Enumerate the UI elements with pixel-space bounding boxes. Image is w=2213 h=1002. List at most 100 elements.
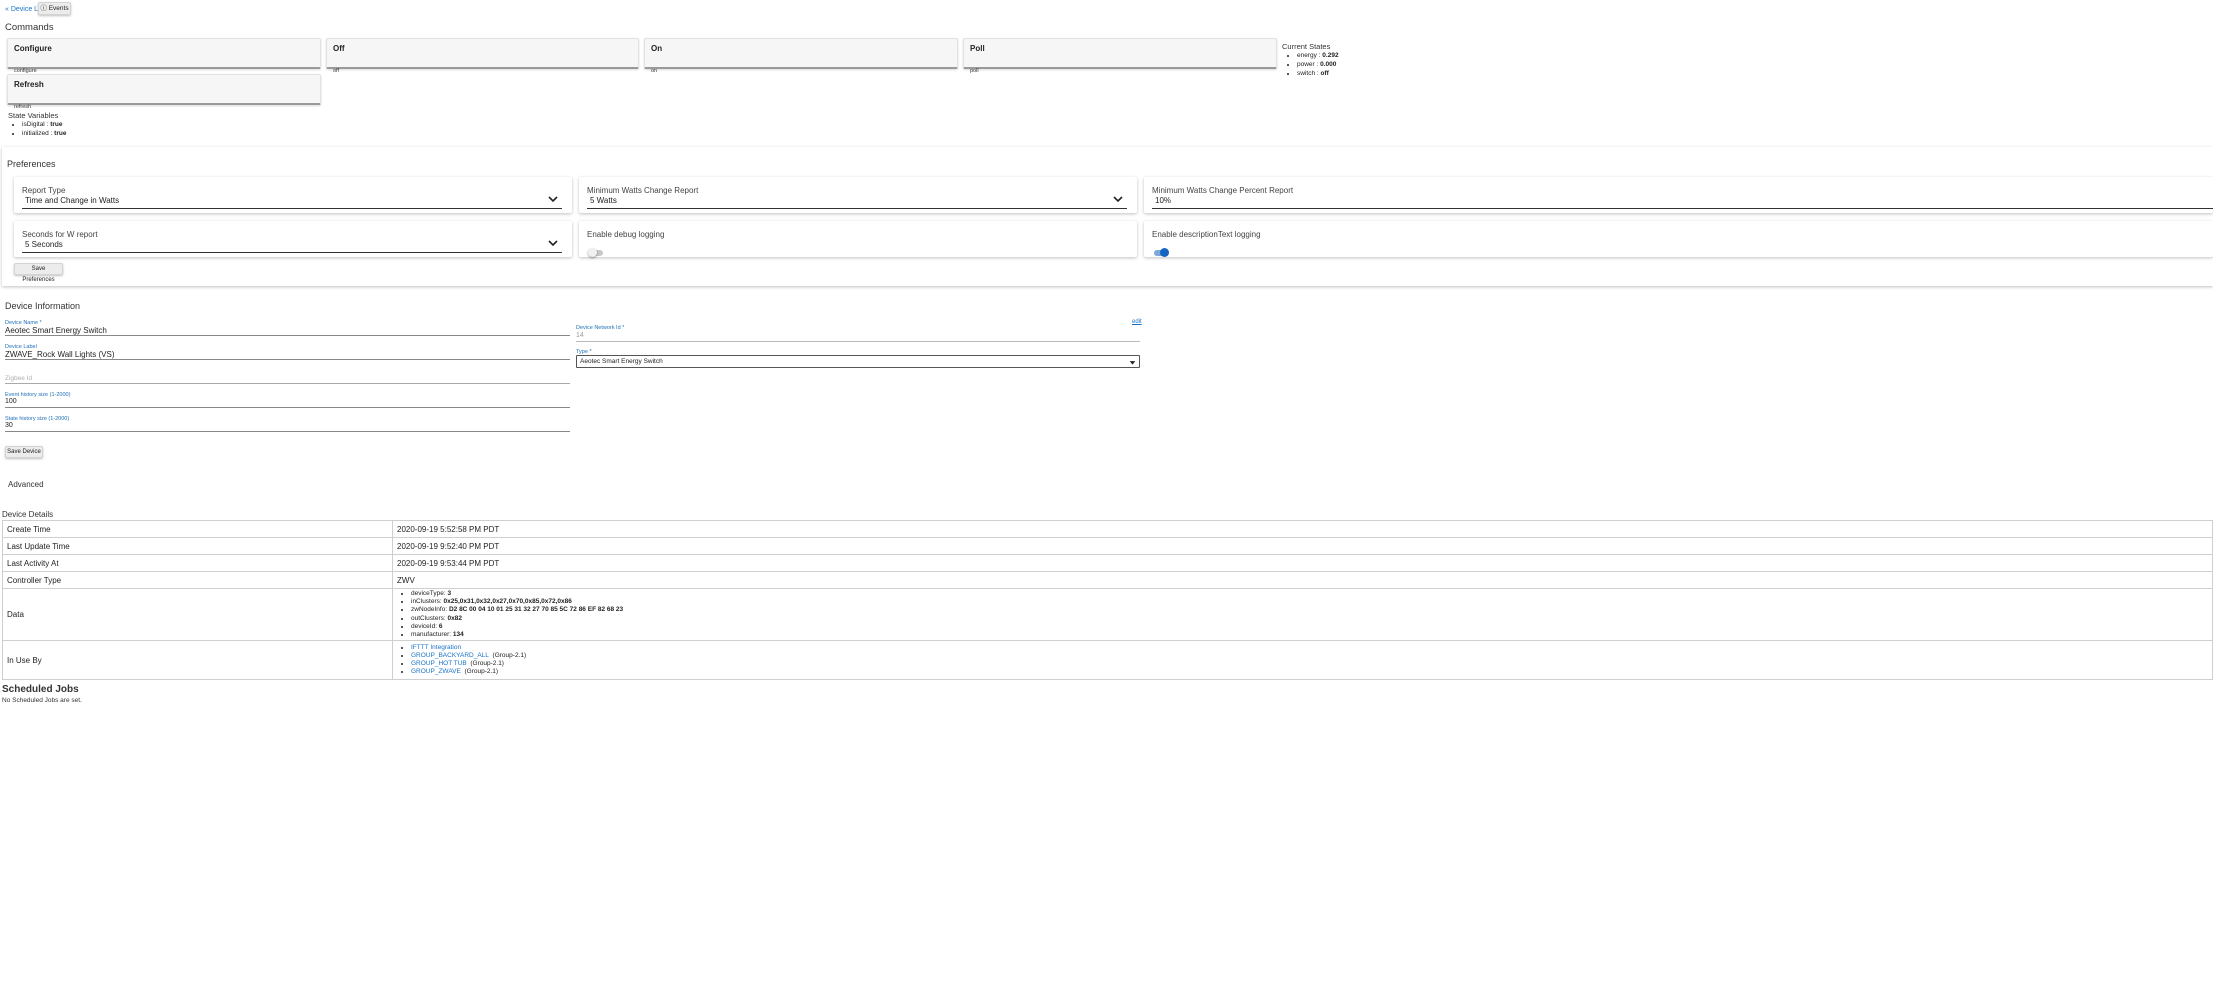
current-states-list: energy : 0.292 power : 0.000 switch : of… (1285, 51, 1339, 78)
list-item: outClusters: 0x82 (411, 615, 2208, 623)
state-item: power : 0.000 (1297, 60, 1339, 69)
device-label-input[interactable]: ZWAVE_Rock Wall Lights (VS) (5, 350, 115, 359)
in-use-link[interactable]: IFTTT Integration (411, 644, 461, 651)
type-select-value: Aeotec Smart Energy Switch (580, 358, 663, 365)
seconds-w-select[interactable]: Seconds for W report 5 Seconds (14, 221, 572, 257)
in-use-link[interactable]: GROUP_BACKYARD_ALL (411, 652, 489, 659)
detail-key: Create Time (2, 520, 393, 538)
seconds-w-value: 5 Seconds (25, 240, 63, 249)
min-watts-select[interactable]: Minimum Watts Change Report 5 Watts (579, 177, 1137, 213)
detail-key: Data (2, 588, 393, 641)
device-details-heading: Device Details (2, 510, 54, 519)
desc-logging-label: Enable descriptionText logging (1152, 230, 1261, 239)
in-use-link[interactable]: GROUP_ZWAVE (411, 668, 461, 675)
scheduled-jobs-heading: Scheduled Jobs (2, 684, 79, 695)
command-refresh-button[interactable]: Refresh refresh (7, 74, 321, 110)
command-poll-button[interactable]: Poll poll (963, 38, 1277, 74)
list-item: GROUP_BACKYARD_ALL (Group-2.1) (411, 652, 2208, 660)
command-off-button[interactable]: Off off (326, 38, 639, 74)
data-list: deviceType: 3 inClusters: 0x25,0x31,0x32… (397, 590, 2208, 639)
network-id-input: 14 (576, 332, 584, 339)
command-name: poll (970, 68, 979, 74)
save-preferences-button[interactable]: Save Preferences (14, 263, 63, 283)
command-title: Poll (970, 44, 985, 53)
chevron-down-icon (1113, 196, 1123, 203)
device-name-input[interactable]: Aeotec Smart Energy Switch (5, 326, 107, 335)
events-button[interactable]: ⓘ Events (38, 2, 71, 15)
in-use-link[interactable]: GROUP_HOT TUB (411, 660, 467, 667)
list-item: manufacturer: 134 (411, 631, 2208, 639)
detail-key: Last Update Time (2, 537, 393, 555)
chevron-down-icon (548, 196, 558, 203)
caret-down-icon (1129, 361, 1136, 365)
report-type-select[interactable]: Report Type Time and Change in Watts (14, 177, 572, 213)
detail-key: In Use By (2, 640, 393, 680)
list-item: GROUP_ZWAVE (Group-2.1) (411, 668, 2208, 676)
network-id-underline (576, 341, 1140, 342)
debug-logging-card: Enable debug logging (579, 221, 1137, 257)
detail-value: 2020-09-19 5:52:58 PM PDT (392, 520, 2213, 538)
table-row: Create Time 2020-09-19 5:52:58 PM PDT (2, 520, 2213, 538)
current-states-heading: Current States (1282, 42, 1331, 51)
detail-value: ZWV (392, 571, 2213, 589)
command-title: Configure (14, 44, 52, 53)
report-type-label: Report Type (22, 186, 66, 195)
state-variables-list: isDigital : true initialized : true (10, 120, 66, 138)
advanced-toggle[interactable]: Advanced (8, 480, 44, 489)
command-name: refresh (14, 104, 32, 110)
type-select[interactable]: Aeotec Smart Energy Switch (576, 355, 1140, 368)
state-history-label: State history size (1-2000) (5, 416, 70, 422)
zigbee-id-input[interactable]: Zigbee Id (5, 375, 32, 382)
debug-logging-toggle[interactable] (588, 248, 603, 257)
commands-heading: Commands (5, 22, 54, 33)
event-history-underline (5, 407, 570, 408)
table-row: Data deviceType: 3 inClusters: 0x25,0x31… (2, 588, 2213, 641)
table-row: Controller Type ZWV (2, 571, 2213, 589)
device-label-underline (5, 359, 570, 360)
detail-key: Last Activity At (2, 554, 393, 572)
list-item: zwNodeInfo: D2 8C 00 04 10 01 25 31 32 2… (411, 606, 2208, 614)
debug-logging-label: Enable debug logging (587, 230, 665, 239)
state-item: switch : off (1297, 69, 1339, 78)
state-item: energy : 0.292 (1297, 51, 1339, 60)
detail-value: IFTTT Integration GROUP_BACKYARD_ALL (Gr… (392, 640, 2213, 680)
min-watts-value: 5 Watts (590, 196, 617, 205)
list-item: IFTTT Integration (411, 644, 2208, 652)
min-percent-value: 10% (1155, 196, 1172, 205)
list-item: GROUP_HOT TUB (Group-2.1) (411, 660, 2208, 668)
command-configure-button[interactable]: Configure configure (7, 38, 321, 74)
table-row: Last Update Time 2020-09-19 9:52:40 PM P… (2, 537, 2213, 555)
detail-value: 2020-09-19 9:52:40 PM PDT (392, 537, 2213, 555)
chevron-down-icon (548, 240, 558, 247)
command-title: Refresh (14, 80, 44, 89)
zigbee-id-underline (5, 383, 570, 384)
scheduled-jobs-empty: No Scheduled Jobs are set. (2, 697, 82, 704)
detail-value: deviceType: 3 inClusters: 0x25,0x31,0x32… (392, 588, 2213, 641)
in-use-list: IFTTT Integration GROUP_BACKYARD_ALL (Gr… (397, 644, 2208, 677)
detail-value: 2020-09-19 9:53:44 PM PDT (392, 554, 2213, 572)
network-id-label: Device Network Id * (576, 325, 625, 331)
save-device-button[interactable]: Save Device (5, 446, 43, 458)
state-variables-heading: State Variables (8, 111, 59, 120)
command-name: off (333, 68, 340, 74)
min-watts-label: Minimum Watts Change Report (587, 186, 699, 195)
seconds-w-label: Seconds for W report (22, 230, 98, 239)
list-item: deviceType: 3 (411, 590, 2208, 598)
device-name-underline (5, 335, 570, 336)
desc-logging-card: Enable descriptionText logging (1144, 221, 2213, 257)
list-item: inClusters: 0x25,0x31,0x32,0x27,0x70,0x8… (411, 598, 2208, 606)
device-details-table: Create Time 2020-09-19 5:52:58 PM PDT La… (2, 520, 2213, 680)
command-title: On (651, 44, 663, 53)
event-history-input[interactable]: 100 (5, 398, 17, 405)
state-history-underline (5, 431, 570, 432)
command-title: Off (333, 44, 345, 53)
list-item: deviceId: 6 (411, 623, 2208, 631)
command-name: on (651, 68, 658, 74)
desc-logging-toggle[interactable] (1154, 248, 1169, 257)
edit-network-id-link[interactable]: edit (1132, 319, 1142, 325)
preferences-section (2, 147, 2213, 286)
table-row: In Use By IFTTT Integration GROUP_BACKYA… (2, 640, 2213, 680)
state-history-input[interactable]: 30 (5, 422, 13, 429)
command-on-button[interactable]: On on (644, 38, 958, 74)
min-percent-input[interactable]: Minimum Watts Change Percent Report 10% (1144, 177, 2213, 213)
